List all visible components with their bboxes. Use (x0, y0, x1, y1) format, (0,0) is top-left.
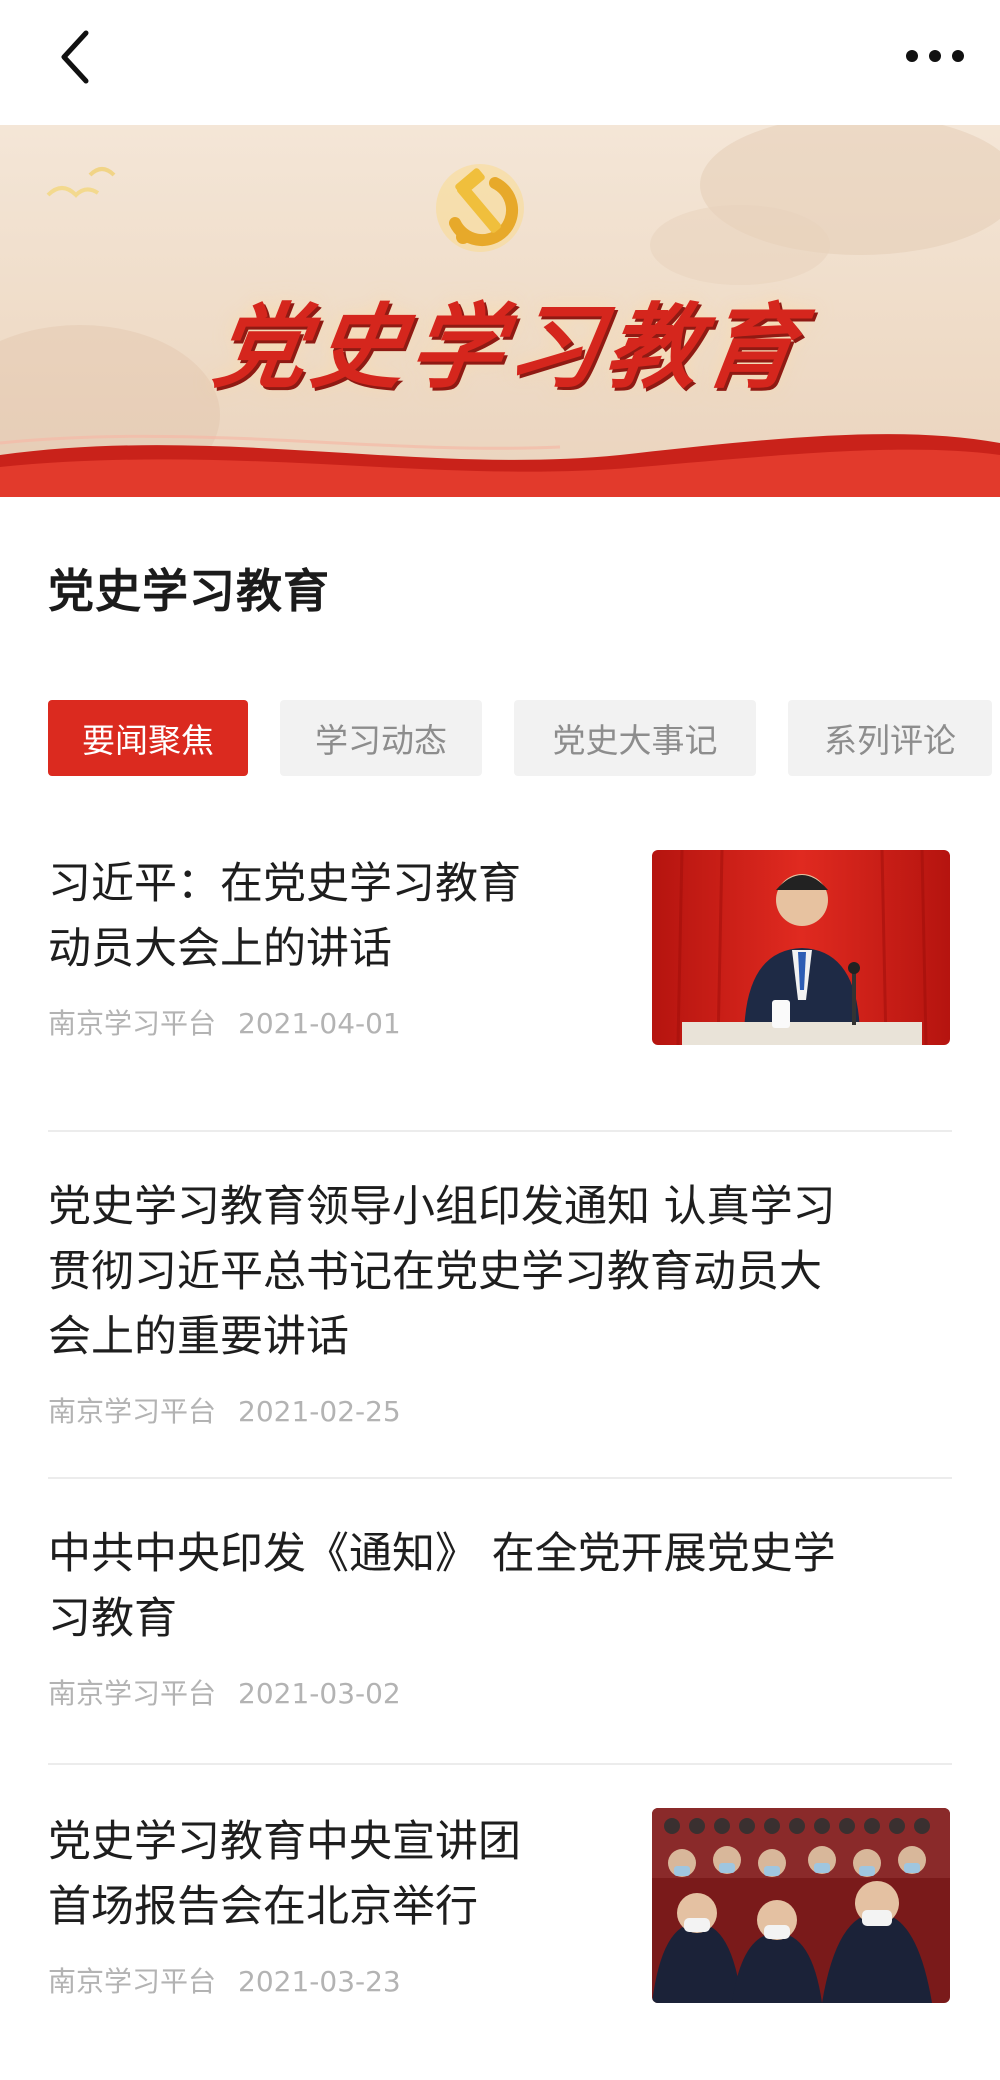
article-thumbnail[interactable] (652, 1808, 950, 2003)
more-horizontal-icon (906, 50, 964, 62)
article-title-line: 党史学习教育领导小组印发通知 认真学习 (48, 1182, 836, 1232)
article-title-line: 党史学习教育中央宣讲团 (48, 1817, 521, 1867)
article-meta: 南京学习平台 2021-04-01 (48, 1002, 401, 1042)
article-source: 南京学习平台 (48, 1965, 217, 1998)
tab-party-history-events[interactable]: 党史大事记 (514, 700, 756, 776)
article-title-line: 动员大会上的讲话 (48, 924, 392, 974)
article-item[interactable]: 党史学习教育领导小组印发通知 认真学习 贯彻习近平总书记在党史学习教育动员大 会… (48, 1175, 950, 1435)
article-title-line: 首场报告会在北京举行 (48, 1882, 478, 1932)
article-date: 2021-03-23 (238, 1965, 401, 1998)
article-title: 中共中央印发《通知》 在全党开展党史学 习教育 (48, 1522, 950, 1652)
article-title-line: 会上的重要讲话 (48, 1312, 349, 1362)
speaker-photo (652, 850, 950, 1045)
article-date: 2021-04-01 (238, 1007, 401, 1040)
category-tabs: 要闻聚焦 学习动态 党史大事记 系列评论 (48, 700, 992, 776)
banner-title: 党史学习教育 (207, 294, 811, 401)
article-title: 党史学习教育中央宣讲团 首场报告会在北京举行 (48, 1810, 608, 1940)
hammer-sickle-icon (436, 164, 524, 252)
audience-photo (652, 1808, 950, 2003)
more-options-button[interactable] (880, 28, 990, 84)
article-date: 2021-02-25 (238, 1395, 401, 1428)
article-meta: 南京学习平台 2021-03-02 (48, 1672, 401, 1712)
chevron-left-icon (61, 30, 89, 84)
article-thumbnail[interactable] (652, 850, 950, 1045)
article-meta: 南京学习平台 2021-03-23 (48, 1960, 401, 2000)
banner-image[interactable]: 党史学习教育 (0, 125, 1000, 497)
article-date: 2021-03-02 (238, 1677, 401, 1710)
article-title-line: 中共中央印发《通知》 在全党开展党史学 (48, 1529, 836, 1579)
tab-series-commentary[interactable]: 系列评论 (788, 700, 992, 776)
article-source: 南京学习平台 (48, 1677, 217, 1710)
tab-study-updates[interactable]: 学习动态 (280, 700, 482, 776)
article-item[interactable]: 中共中央印发《通知》 在全党开展党史学 习教育 南京学习平台 2021-03-02 (48, 1522, 950, 1722)
divider (48, 1130, 952, 1132)
article-title-line: 贯彻习近平总书记在党史学习教育动员大 (48, 1247, 822, 1297)
article-source: 南京学习平台 (48, 1007, 217, 1040)
top-nav-bar (0, 0, 1000, 125)
tab-news-focus[interactable]: 要闻聚焦 (48, 700, 248, 776)
divider (48, 1763, 952, 1765)
article-title-line: 习近平：在党史学习教育 (48, 859, 521, 909)
page-title: 党史学习教育 (48, 564, 330, 618)
article-title-line: 习教育 (48, 1594, 177, 1644)
article-title: 习近平：在党史学习教育 动员大会上的讲话 (48, 852, 608, 982)
article-meta: 南京学习平台 2021-02-25 (48, 1390, 401, 1430)
back-button[interactable] (48, 22, 104, 92)
article-title: 党史学习教育领导小组印发通知 认真学习 贯彻习近平总书记在党史学习教育动员大 会… (48, 1175, 950, 1370)
divider (48, 1477, 952, 1479)
article-source: 南京学习平台 (48, 1395, 217, 1428)
